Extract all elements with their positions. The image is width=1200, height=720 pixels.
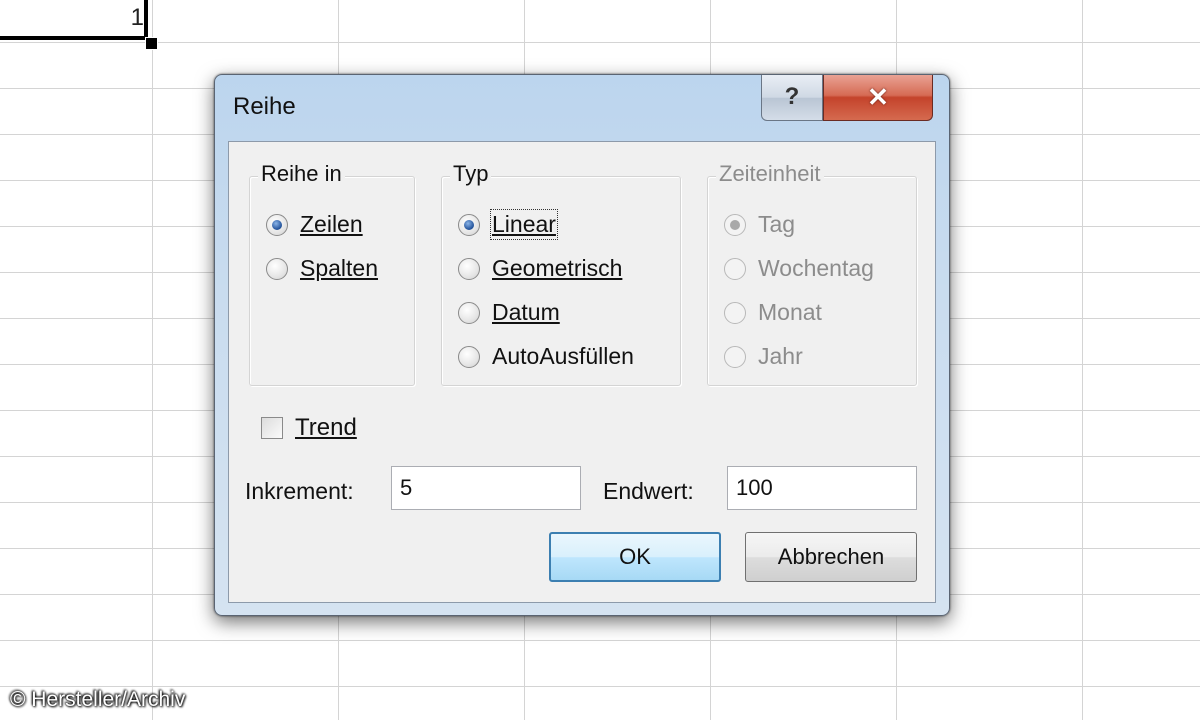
radio-spalten[interactable]: Spalten [266, 255, 378, 282]
radio-jahr-label: Jahr [758, 343, 803, 369]
group-reihe-in: Reihe in Zeilen Spalten [249, 161, 415, 386]
endwert-label: Endwert: [603, 478, 694, 504]
radio-datum-indicator[interactable] [458, 301, 480, 324]
radio-jahr-indicator [724, 345, 746, 368]
radio-autoausfuellen-indicator[interactable] [458, 345, 480, 368]
trend-checkbox-row[interactable]: Trend [261, 414, 357, 442]
dialog-titlebar[interactable]: Reihe ? ✕ [215, 75, 949, 135]
ok-button[interactable]: OK [549, 532, 721, 582]
radio-zeilen-label: Zeilen [300, 211, 363, 237]
close-icon: ✕ [867, 82, 889, 112]
radio-linear-indicator[interactable] [458, 213, 480, 236]
radio-monat-label: Monat [758, 299, 822, 325]
radio-spalten-label: Spalten [300, 255, 379, 281]
inkrement-input[interactable] [391, 466, 581, 510]
trend-checkbox[interactable] [261, 417, 283, 439]
radio-tag: Tag [724, 211, 795, 238]
radio-wochentag: Wochentag [724, 255, 874, 282]
active-cell-value: 1 [130, 4, 144, 31]
group-reihe-in-legend: Reihe in [258, 161, 345, 187]
radio-autoausfuellen[interactable]: AutoAusfüllen [458, 343, 634, 370]
group-zeiteinheit: Zeiteinheit Tag Wochentag Monat Jahr [707, 161, 917, 386]
group-typ: Typ Linear Geometrisch Datum AutoAusfüll… [441, 161, 681, 386]
radio-monat: Monat [724, 299, 822, 326]
radio-zeilen[interactable]: Zeilen [266, 211, 363, 238]
radio-geometrisch-label: Geometrisch [492, 255, 623, 281]
endwert-input[interactable] [727, 466, 917, 510]
reihe-dialog: Reihe ? ✕ Reihe in Zeilen Spalten Typ Li… [214, 74, 950, 616]
radio-datum-label: Datum [492, 299, 560, 325]
radio-wochentag-label: Wochentag [758, 255, 874, 281]
radio-linear[interactable]: Linear [458, 209, 558, 240]
help-icon: ? [784, 83, 800, 110]
inkrement-label: Inkrement: [245, 478, 354, 504]
cancel-button[interactable]: Abbrechen [745, 532, 917, 582]
radio-zeilen-indicator[interactable] [266, 213, 288, 236]
help-button[interactable]: ? [761, 75, 823, 121]
radio-linear-label: Linear [490, 209, 558, 240]
dialog-body: Reihe in Zeilen Spalten Typ Linear Geome… [228, 141, 936, 603]
group-zeiteinheit-legend: Zeiteinheit [716, 161, 824, 187]
radio-jahr: Jahr [724, 343, 803, 370]
close-button[interactable]: ✕ [823, 75, 933, 121]
radio-tag-label: Tag [758, 211, 796, 237]
copyright-watermark: © Hersteller/Archiv [10, 688, 186, 711]
radio-datum[interactable]: Datum [458, 299, 560, 326]
group-typ-legend: Typ [450, 161, 492, 187]
trend-label: Trend [295, 414, 357, 441]
radio-geometrisch-indicator[interactable] [458, 257, 480, 280]
fill-handle[interactable] [145, 37, 158, 50]
radio-monat-indicator [724, 301, 746, 324]
radio-autoausfuellen-label: AutoAusfüllen [492, 343, 634, 369]
radio-spalten-indicator[interactable] [266, 257, 288, 280]
dialog-title: Reihe [233, 93, 296, 120]
radio-geometrisch[interactable]: Geometrisch [458, 255, 622, 282]
radio-tag-indicator [724, 213, 746, 236]
radio-wochentag-indicator [724, 257, 746, 280]
